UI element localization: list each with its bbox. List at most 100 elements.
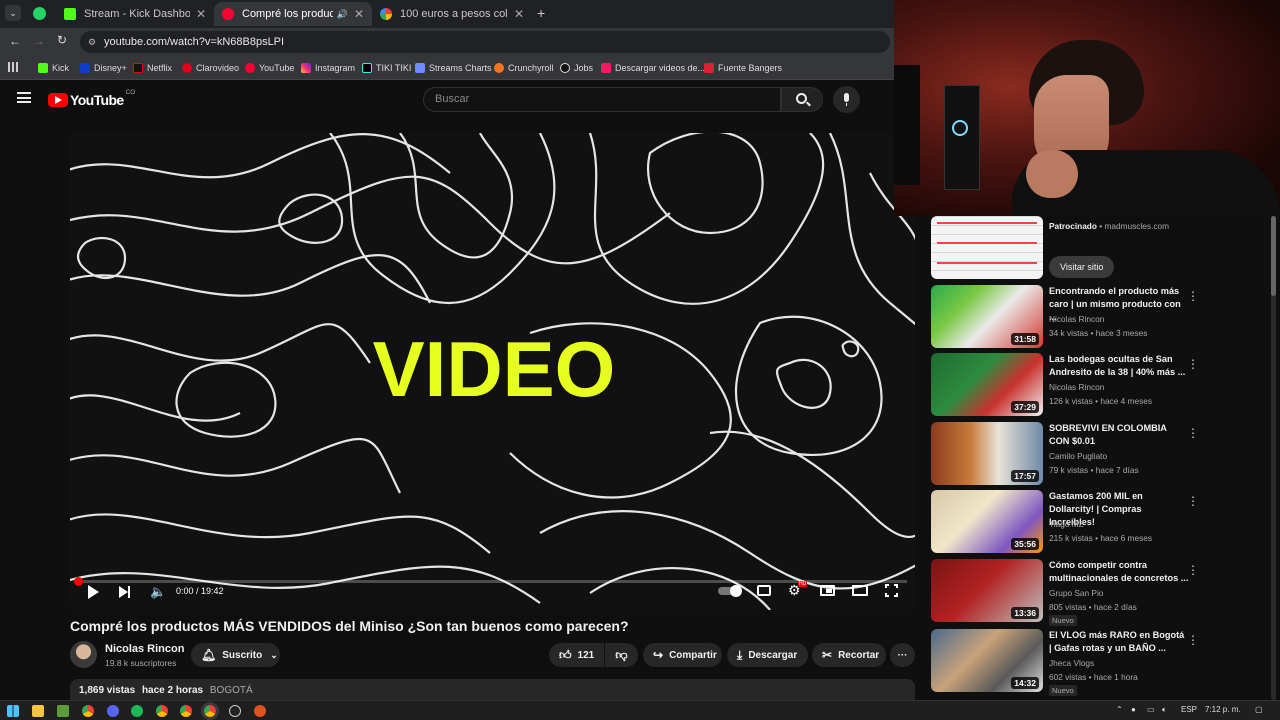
recommendation-title[interactable]: Las bodegas ocultas de San Andresito de … xyxy=(1049,353,1189,379)
sponsored-ad[interactable]: Patrocinado • madmuscles.com Visitar sit… xyxy=(931,216,1261,279)
bookmark-instagram[interactable]: Instagram xyxy=(301,61,355,75)
more-vert-icon[interactable]: ⋮ xyxy=(1187,563,1199,577)
recommendation-channel[interactable]: Grupo San Pio xyxy=(1049,588,1103,598)
bookmark-streams-charts[interactable]: Streams Charts xyxy=(415,61,492,75)
url-field[interactable]: ⚙ youtube.com/watch?v=kN68B8psLPI xyxy=(80,31,890,53)
subtitles-button[interactable] xyxy=(757,585,771,596)
speaker-icon[interactable]: 🔊 xyxy=(337,9,348,20)
bookmark-clarovideo[interactable]: Clarovideo xyxy=(182,61,239,75)
sidebar-scrollbar[interactable] xyxy=(1271,216,1276,700)
recommendation-title[interactable]: SOBREVIVI EN COLOMBIA CON $0.01 xyxy=(1049,422,1189,448)
bookmark-kick[interactable]: Kick xyxy=(38,61,69,75)
bookmark-descargar-videos[interactable]: Descargar videos de... xyxy=(601,61,705,75)
discord-icon[interactable] xyxy=(107,705,119,717)
recommendation-title[interactable]: El VLOG más RARO en Bogotá | Gafas rotas… xyxy=(1049,629,1189,655)
bookmark-crunchyroll[interactable]: Crunchyroll xyxy=(494,61,554,75)
recommendation-channel[interactable]: Nicolas Rincon xyxy=(1049,382,1104,392)
recommendation-channel[interactable]: Tiago MZ xyxy=(1049,519,1084,529)
chrome-active-icon[interactable] xyxy=(201,702,219,720)
subscribe-button[interactable]: 🔔︎ Suscrito ⌄ xyxy=(191,643,280,667)
recommendation-item[interactable]: 31:58 Encontrando el producto más caro |… xyxy=(931,285,1261,349)
bookmark-jobs[interactable]: Jobs xyxy=(560,61,593,75)
close-icon[interactable]: ✕ xyxy=(514,7,524,21)
language-indicator[interactable]: ESP xyxy=(1181,705,1197,714)
new-tab-button[interactable]: + xyxy=(537,5,545,21)
video-thumbnail[interactable]: 13:36 xyxy=(931,559,1043,622)
close-icon[interactable]: ✕ xyxy=(196,7,206,21)
youtube-logo[interactable]: YouTube CO xyxy=(48,89,135,108)
voice-search-button[interactable] xyxy=(833,86,860,113)
clock[interactable]: 7:12 p. m. xyxy=(1205,705,1241,714)
download-button[interactable]: ⤓ Descargar xyxy=(727,643,808,667)
recommendation-channel[interactable]: Camilo Pugliato xyxy=(1049,451,1107,461)
more-vert-icon[interactable]: ⋮ xyxy=(1187,357,1199,371)
chrome-icon[interactable] xyxy=(156,705,168,717)
progress-scrubber[interactable] xyxy=(74,577,83,586)
bookmark-disney[interactable]: Disney+ xyxy=(80,61,127,75)
tab-kick-dashboard[interactable]: Stream - Kick Dashboard ✕ xyxy=(56,2,214,26)
recommendation-channel[interactable]: Jheca Vlogs xyxy=(1049,658,1094,668)
recommendation-channel[interactable]: Nicolas Rincon xyxy=(1049,314,1104,324)
channel-avatar[interactable] xyxy=(70,641,97,668)
video-thumbnail[interactable]: 35:56 xyxy=(931,490,1043,553)
fullscreen-button[interactable] xyxy=(885,584,898,597)
clip-button[interactable]: ✂ Recortar xyxy=(812,643,886,667)
recommendation-title[interactable]: Cómo competir contra multinacionales de … xyxy=(1049,559,1189,585)
site-info-icon[interactable]: ⚙ xyxy=(88,31,96,53)
more-vert-icon[interactable]: ⋮ xyxy=(1187,494,1199,508)
recommendation-item[interactable]: 13:36 Cómo competir contra multinacional… xyxy=(931,559,1261,626)
ad-thumbnail[interactable] xyxy=(931,216,1043,279)
back-icon[interactable]: ← xyxy=(9,34,21,48)
dislike-button[interactable]: 👎︎ xyxy=(605,643,638,667)
close-icon[interactable]: ✕ xyxy=(354,7,364,21)
bookmark-tikitiki[interactable]: TIKI TIKI xyxy=(362,61,411,75)
bookmark-netflix[interactable]: Netflix xyxy=(133,61,172,75)
app-icon[interactable] xyxy=(57,705,69,717)
recommendation-item[interactable]: 14:32 El VLOG más RARO en Bogotá | Gafas… xyxy=(931,629,1261,696)
video-thumbnail[interactable]: 37:29 xyxy=(931,353,1043,416)
search-input[interactable]: Buscar xyxy=(423,87,781,112)
spotify-icon[interactable] xyxy=(131,705,143,717)
settings-button[interactable]: ⚙ HD xyxy=(788,581,808,599)
theater-mode-button[interactable] xyxy=(852,585,868,596)
whatsapp-icon[interactable] xyxy=(33,7,46,20)
chrome-icon[interactable] xyxy=(180,705,192,717)
recommendation-item[interactable]: 35:56 Gastamos 200 MIL en Dollarcity! | … xyxy=(931,490,1261,554)
search-button[interactable] xyxy=(781,87,823,112)
volume-button[interactable]: 🔈 xyxy=(150,584,166,600)
location-tag[interactable]: BOGOTÁ xyxy=(210,685,253,696)
miniplayer-button[interactable] xyxy=(820,585,835,596)
play-button[interactable] xyxy=(88,585,99,602)
windows-start-icon[interactable] xyxy=(7,705,19,717)
tab-youtube-video[interactable]: Compré los productos MÁS 🔊 ✕ xyxy=(214,2,372,26)
bookmark-youtube[interactable]: YouTube xyxy=(245,61,294,75)
file-explorer-icon[interactable] xyxy=(32,705,44,717)
more-actions-button[interactable]: ··· xyxy=(890,643,915,667)
share-button[interactable]: ↪ Compartir xyxy=(643,643,722,667)
recommendation-item[interactable]: 17:57 SOBREVIVI EN COLOMBIA CON $0.01 Ca… xyxy=(931,422,1261,486)
video-thumbnail[interactable]: 31:58 xyxy=(931,285,1043,348)
more-vert-icon[interactable]: ⋮ xyxy=(1187,426,1199,440)
network-icon[interactable]: ▭ xyxy=(1147,705,1155,714)
more-vert-icon[interactable]: ⋮ xyxy=(1187,289,1199,303)
autoplay-toggle[interactable] xyxy=(718,585,742,597)
video-thumbnail[interactable]: 14:32 xyxy=(931,629,1043,692)
apps-grid-icon[interactable] xyxy=(8,62,18,72)
video-thumbnail[interactable]: 17:57 xyxy=(931,422,1043,485)
progress-bar[interactable] xyxy=(78,580,907,583)
tray-chevron-icon[interactable]: ⌃ xyxy=(1116,705,1123,714)
microphone-icon[interactable]: ● xyxy=(1131,705,1136,714)
video-player[interactable]: VIDEO 🔈 0:00 / 19:42 ⚙ HD xyxy=(70,133,915,610)
more-vert-icon[interactable]: ⋮ xyxy=(1187,633,1199,647)
app-icon[interactable] xyxy=(254,705,266,717)
obs-icon[interactable] xyxy=(229,705,241,717)
bookmark-fuente-bangers[interactable]: Fuente Bangers xyxy=(704,61,782,75)
tab-currency-search[interactable]: 100 euros a pesos colombianos ✕ xyxy=(372,2,532,26)
channel-name[interactable]: Nicolas Rincon xyxy=(105,643,184,655)
scrollbar-thumb[interactable] xyxy=(1271,216,1276,296)
tab-search-button[interactable]: ⌄ xyxy=(5,5,21,21)
forward-icon[interactable]: → xyxy=(33,34,45,48)
volume-icon[interactable]: 🔈︎ xyxy=(1162,705,1167,715)
menu-icon[interactable] xyxy=(17,92,31,103)
recommendation-item[interactable]: 37:29 Las bodegas ocultas de San Andresi… xyxy=(931,353,1261,417)
